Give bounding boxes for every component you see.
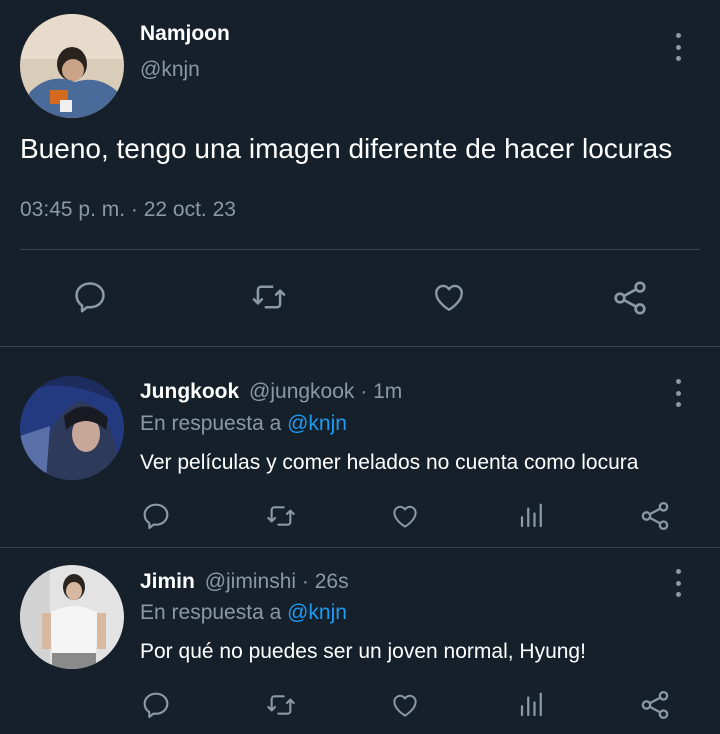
reply-to-link[interactable]: @knjn: [287, 601, 347, 624]
author-handle[interactable]: @jiminshi: [205, 570, 296, 593]
share-icon[interactable]: [610, 278, 650, 318]
reply-icon[interactable]: [140, 500, 172, 532]
divider: [0, 547, 720, 548]
tweet-timestamp[interactable]: 03:45 p. m. · 22 oct. 23: [20, 198, 236, 222]
analytics-icon[interactable]: [517, 689, 547, 721]
like-icon[interactable]: [389, 690, 421, 720]
more-options-icon[interactable]: [668, 33, 688, 61]
reply-prefix: En respuesta a: [140, 601, 282, 624]
reply-time[interactable]: · 26s: [302, 570, 349, 593]
reply-to-link[interactable]: @knjn: [287, 412, 347, 435]
reply-icon[interactable]: [140, 689, 172, 721]
reply-time[interactable]: · 1m: [360, 380, 402, 403]
reply-text: Ver películas y comer helados no cuenta …: [140, 451, 639, 474]
like-icon[interactable]: [430, 279, 468, 315]
retweet-icon[interactable]: [249, 278, 289, 316]
avatar[interactable]: [20, 14, 124, 118]
reply-prefix: En respuesta a: [140, 412, 282, 435]
divider: [0, 346, 720, 347]
share-icon[interactable]: [638, 499, 672, 533]
reply-text: Por qué no puedes ser un joven normal, H…: [140, 640, 586, 663]
avatar[interactable]: [20, 376, 124, 480]
more-options-icon[interactable]: [668, 569, 688, 597]
author-name[interactable]: Namjoon: [140, 22, 230, 46]
retweet-icon[interactable]: [264, 689, 298, 721]
analytics-icon[interactable]: [517, 500, 547, 532]
author-name[interactable]: Jungkook: [140, 380, 239, 403]
author-handle[interactable]: @knjn: [140, 58, 200, 82]
tweet-text: Bueno, tengo una imagen diferente de hac…: [20, 133, 673, 164]
retweet-icon[interactable]: [264, 500, 298, 532]
more-options-icon[interactable]: [668, 379, 688, 407]
divider: [20, 249, 700, 250]
like-icon[interactable]: [389, 501, 421, 531]
share-icon[interactable]: [638, 688, 672, 722]
author-name[interactable]: Jimin: [140, 570, 195, 593]
reply-icon[interactable]: [71, 278, 109, 316]
avatar[interactable]: [20, 565, 124, 669]
author-handle[interactable]: @jungkook: [249, 380, 354, 403]
